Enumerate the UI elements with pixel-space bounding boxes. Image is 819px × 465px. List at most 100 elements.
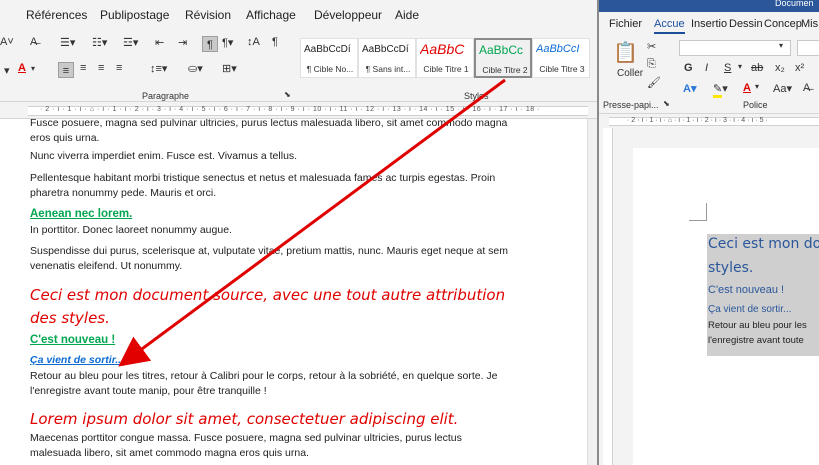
justify-icon[interactable]: ≡ — [116, 62, 122, 74]
clipboard-launcher-icon[interactable]: ⬊ — [663, 99, 670, 108]
rtl-paragraph-icon[interactable]: ¶▾ — [222, 36, 233, 49]
styles-gallery: AaBbCcDí ¶ Cible No... AaBbCcDí ¶ Sans i… — [300, 38, 590, 82]
heading-2: C'est nouveau ! — [30, 334, 116, 346]
underline-dropdown-icon[interactable]: ▾ — [738, 62, 742, 71]
font-color-icon[interactable]: A — [18, 62, 26, 74]
align-center-icon[interactable]: ≡ — [80, 62, 86, 74]
bullets-icon[interactable]: ☰▾ — [60, 36, 75, 49]
style-caption: Cible Titre 3 — [539, 64, 585, 74]
line-spacing-icon[interactable]: ↕≡▾ — [150, 62, 167, 75]
horizontal-ruler[interactable]: · 2 · ı · 1 · ı · ⌂ · ı · 1 · ı · 2 · ı … — [599, 114, 819, 128]
multilevel-list-icon[interactable]: ☲▾ — [123, 36, 138, 49]
style-tile-cible-titre-1[interactable]: AaBbC Cible Titre 1 — [416, 38, 474, 78]
heading-2: C'est nouveau ! — [708, 284, 785, 296]
paragraph: Retour au bleu pour les titres, retour à… — [30, 370, 498, 397]
change-case-icon[interactable]: Aa▾ — [773, 82, 792, 95]
horizontal-ruler[interactable]: · 2 · ı · 1 · ı · ⌂ · ı · 1 · ı · 2 · ı … — [0, 103, 597, 119]
heading-3: Ça vient de sortir... — [30, 354, 124, 366]
tab-design[interactable]: Concep — [764, 18, 802, 30]
underline-button[interactable]: S — [724, 62, 731, 74]
numbering-icon[interactable]: ☷▾ — [92, 36, 107, 49]
ltr-paragraph-icon[interactable]: ¶ — [202, 36, 218, 52]
style-tile-cible-titre-3[interactable]: AaBbCcI Cible Titre 3 — [532, 38, 590, 78]
style-caption: ¶ Sans int... — [365, 64, 411, 74]
tab-help[interactable]: Aide — [395, 8, 419, 22]
paragraph: In porttitor. Donec laoreet nonummy augu… — [30, 224, 232, 236]
paragraph: Retour au bleu pour les — [708, 320, 807, 331]
paragraph: Pellentesque habitant morbi tristique se… — [30, 172, 496, 199]
style-caption: Cible Titre 2 — [482, 65, 528, 75]
ruler-ticks: · 2 · ı · 1 · ı · ⌂ · ı · 1 · ı · 2 · ı … — [40, 106, 540, 113]
document-page[interactable]: Fusce posuere, magna sed pulvinar ultric… — [0, 119, 597, 465]
heading-1: Ceci est mon document source, avec une t… — [30, 286, 506, 327]
align-right-icon[interactable]: ≡ — [98, 62, 104, 74]
paragraph: Nunc viverra imperdiet enim. Fusce est. … — [30, 150, 298, 162]
font-size-decrease-icon[interactable]: A˅ — [0, 36, 14, 48]
style-preview: AaBbCc — [479, 43, 524, 57]
paragraph: Suspendisse dui purus, scelerisque at, v… — [30, 245, 509, 272]
right-ribbon: 📋 Coller ✂ ⎘ 🖌 ▾ G I S ▾ ab x₂ x² A▾ ✎▾ … — [599, 36, 819, 114]
increase-indent-icon[interactable]: ⇥ — [178, 36, 187, 49]
style-caption: Cible Titre 1 — [423, 64, 469, 74]
italic-button[interactable]: I — [705, 62, 708, 74]
paragraph: l'enregistre avant toute — [708, 335, 804, 346]
clipboard-group-label: Presse-papi... — [603, 100, 659, 110]
align-left-icon[interactable]: ≡ — [58, 62, 74, 78]
tab-references[interactable]: Références — [26, 8, 87, 22]
strikethrough-button[interactable]: ab — [751, 62, 763, 74]
paragraph: Fusce posuere, magna sed pulvinar ultric… — [30, 119, 508, 144]
superscript-button[interactable]: x² — [795, 62, 804, 74]
vertical-scrollbar[interactable] — [587, 119, 597, 465]
borders-icon[interactable]: ⊞▾ — [222, 62, 237, 75]
tab-home[interactable]: Accue — [654, 18, 685, 34]
cut-icon[interactable]: ✂ — [647, 40, 656, 53]
style-tile-cible-normal[interactable]: AaBbCcDí ¶ Cible No... — [300, 38, 358, 78]
tab-review[interactable]: Révision — [185, 8, 231, 22]
sort-icon[interactable]: ↕A — [247, 36, 260, 48]
tab-file[interactable]: Fichier — [609, 18, 642, 30]
shading-icon[interactable]: ⛀▾ — [188, 62, 203, 75]
tab-view[interactable]: Affichage — [246, 8, 296, 22]
style-preview: AaBbC — [420, 41, 465, 57]
subscript-button[interactable]: x₂ — [775, 62, 785, 74]
decrease-indent-icon[interactable]: ⇤ — [155, 36, 164, 49]
style-tile-cible-titre-2[interactable]: AaBbCc Cible Titre 2 — [474, 38, 532, 78]
heading-1: Ceci est mon doc — [708, 236, 819, 252]
window-title: Documen — [775, 0, 814, 8]
copy-icon[interactable]: ⎘ — [647, 58, 656, 71]
format-painter-icon[interactable]: 🖌 — [647, 76, 661, 89]
styles-group-label: Styles — [464, 91, 489, 101]
left-ribbon: A˅ A̶ ▾ A ▾ ☰▾ ☷▾ ☲▾ ⇤ ⇥ ¶ ¶▾ ↕A ¶ ≡ ≡ ≡… — [0, 30, 597, 102]
clear-formatting-icon[interactable]: A̶ — [30, 36, 37, 48]
clear-formatting-icon[interactable]: A̶ — [803, 82, 810, 94]
margin-crop-mark — [689, 203, 707, 221]
font-color-icon[interactable]: A — [743, 82, 751, 94]
tab-layout[interactable]: Mis — [801, 18, 818, 30]
highlight-icon[interactable]: ✎▾ — [713, 82, 728, 98]
show-formatting-marks-icon[interactable]: ¶ — [272, 36, 278, 48]
tab-mailings[interactable]: Publipostage — [100, 8, 169, 22]
font-name-dropdown-icon[interactable]: ▾ — [779, 41, 783, 50]
heading-2: Aenean nec lorem. — [30, 208, 133, 220]
bold-button[interactable]: G — [684, 62, 693, 74]
font-color-dropdown-icon[interactable]: ▾ — [755, 82, 759, 91]
vertical-ruler[interactable] — [603, 128, 613, 465]
heading-3: Ça vient de sortir... — [708, 304, 792, 315]
font-size-field[interactable] — [797, 40, 819, 56]
tab-insert[interactable]: Insertio — [691, 18, 727, 30]
ruler-ticks: · 2 · ı · 1 · ı · ⌂ · ı · 1 · ı · 2 · ı … — [627, 117, 768, 124]
style-preview: AaBbCcDí — [362, 44, 409, 55]
paste-label[interactable]: Coller — [617, 68, 643, 79]
font-color-dropdown-icon[interactable]: ▾ — [31, 64, 35, 73]
tab-developer[interactable]: Développeur — [314, 8, 382, 22]
heading-1: styles. — [708, 260, 754, 276]
paste-clipboard-icon[interactable]: 📋 — [613, 40, 638, 65]
font-group-label: Police — [743, 100, 768, 110]
style-preview: AaBbCcI — [536, 43, 580, 55]
font-name-field[interactable] — [679, 40, 791, 56]
paragraph-launcher-icon[interactable]: ⬊ — [284, 90, 291, 99]
style-tile-sans-interligne[interactable]: AaBbCcDí ¶ Sans int... — [358, 38, 416, 78]
text-effects-icon[interactable]: A▾ — [683, 82, 696, 95]
tab-draw[interactable]: Dessin — [729, 18, 763, 30]
highlight-color-icon[interactable]: ▾ — [4, 64, 10, 77]
